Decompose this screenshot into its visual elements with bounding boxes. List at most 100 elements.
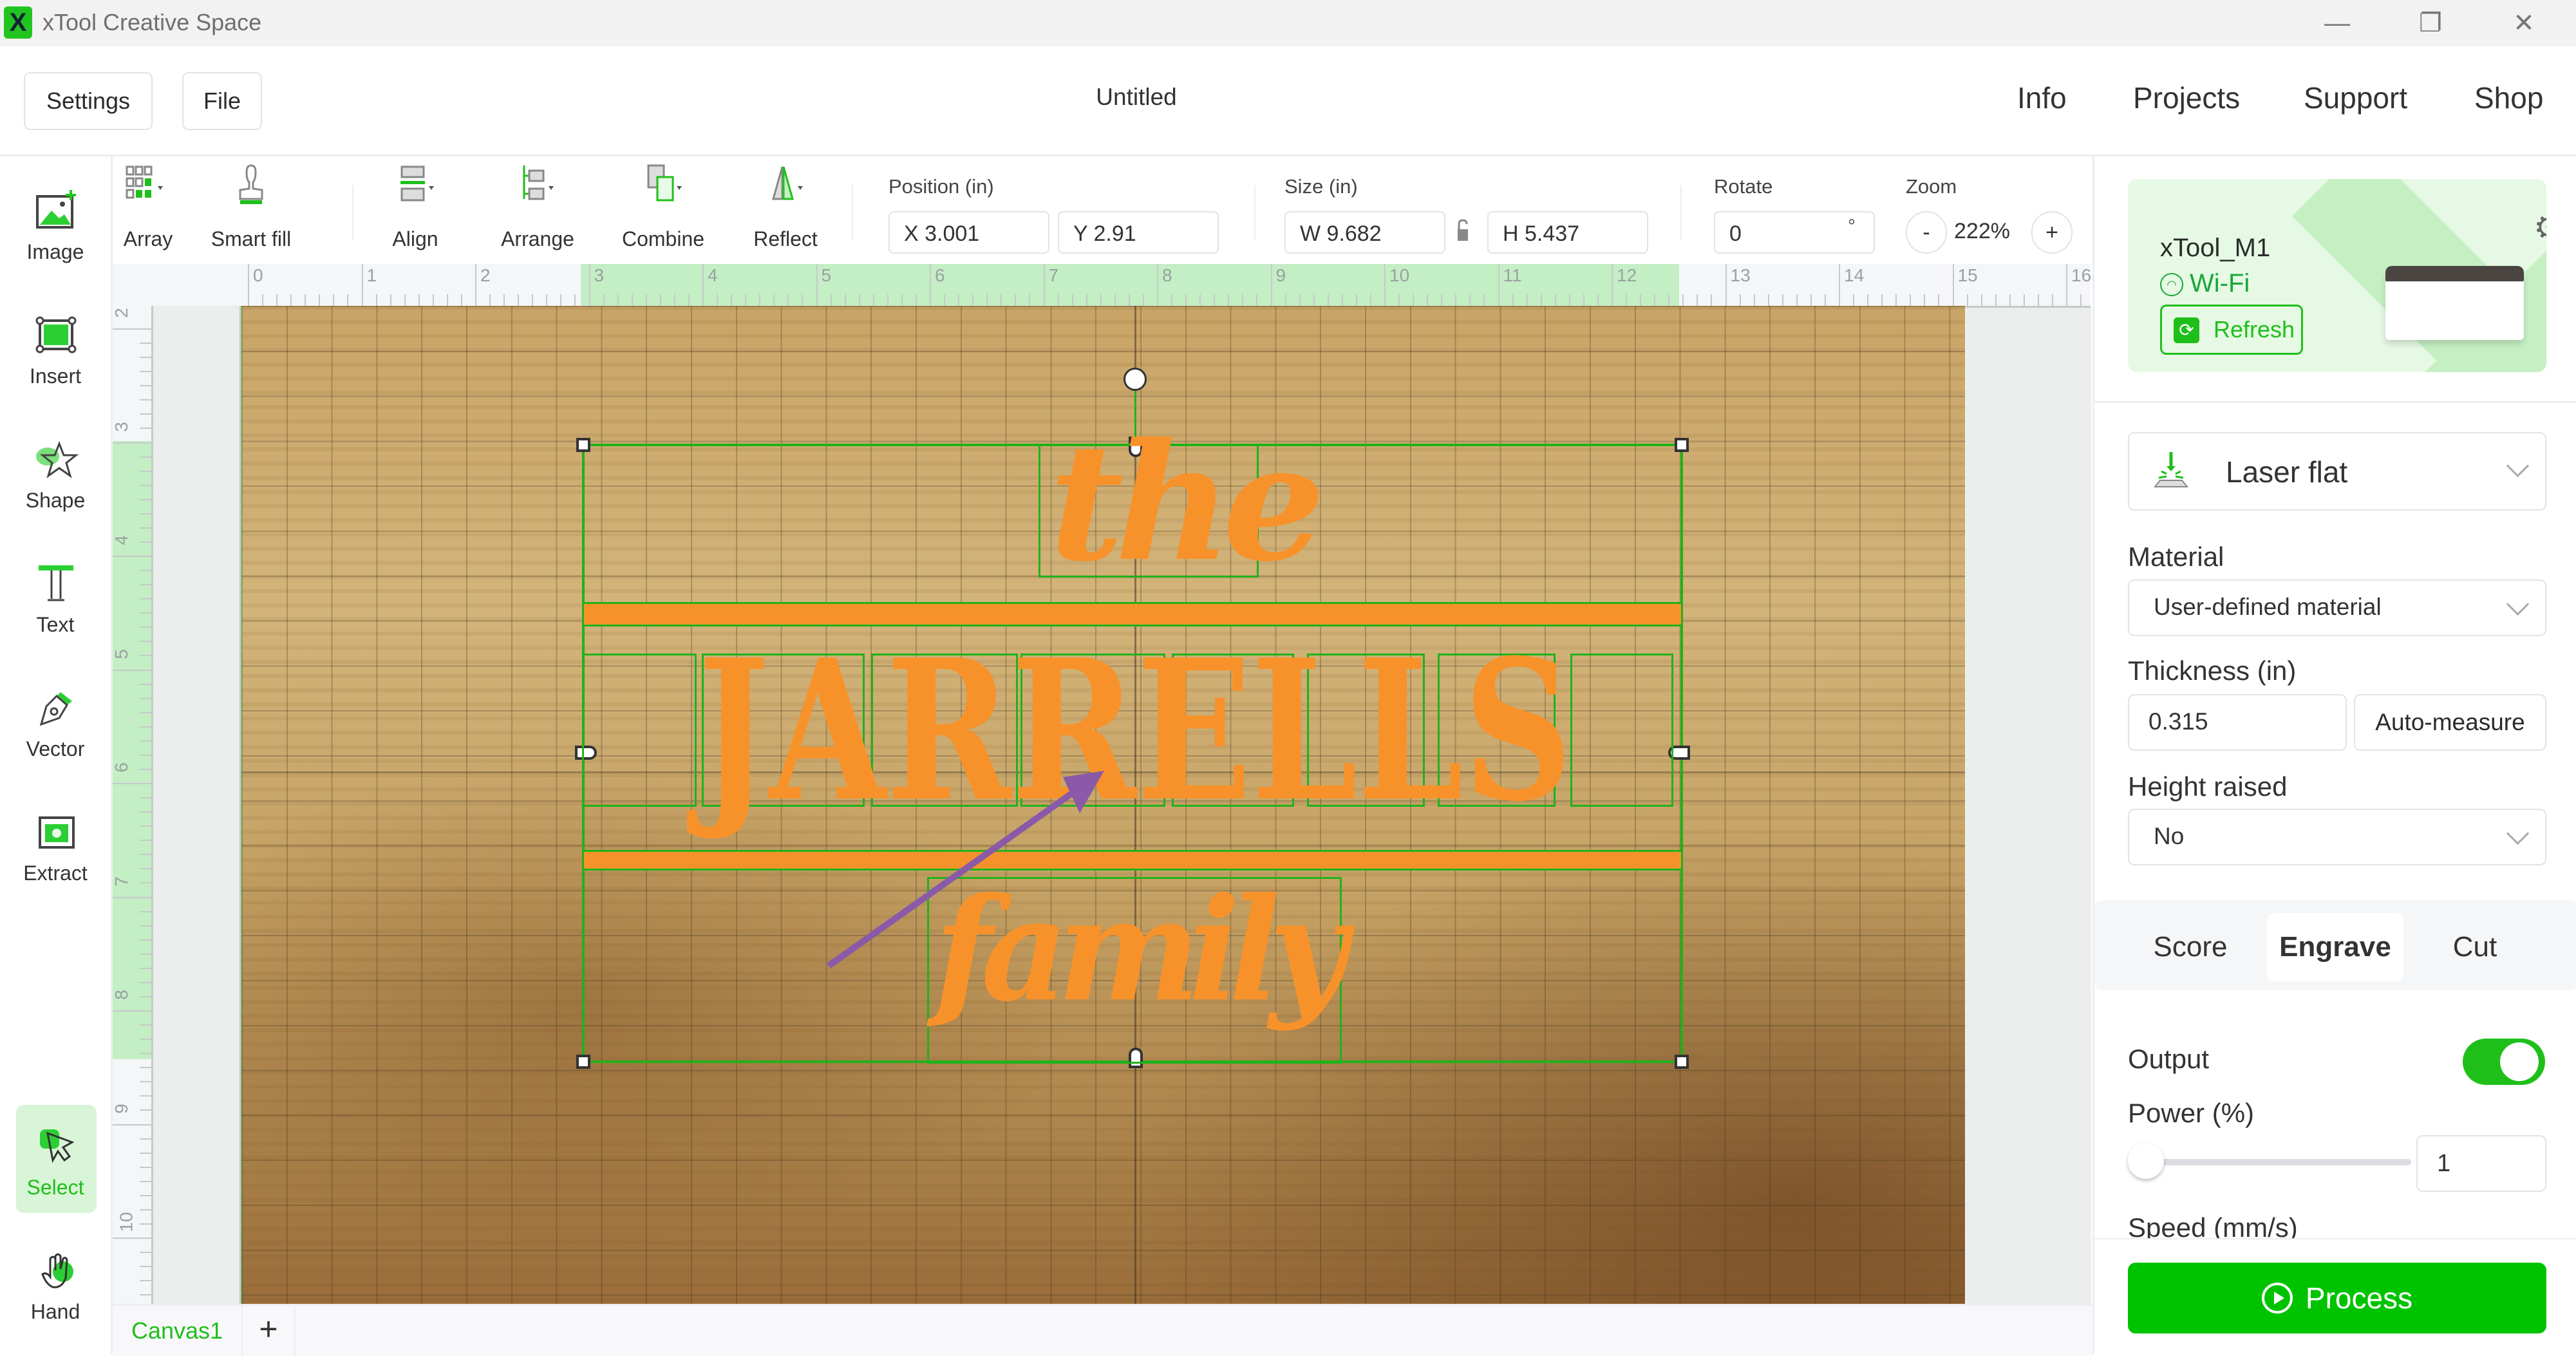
ruler-major-tick: [113, 328, 151, 330]
ruler-minor-tick: [773, 294, 775, 306]
ruler-minor-tick: [1369, 294, 1371, 306]
connection-label: Wi-Fi: [2190, 269, 2250, 297]
ruler-label: 11: [1503, 265, 1522, 285]
smart-fill-button[interactable]: Smart fill: [209, 156, 293, 263]
toolbar-divider: [852, 185, 853, 240]
material-value: User-defined material: [2154, 594, 2382, 620]
ruler-minor-tick: [1767, 294, 1769, 306]
ruler-minor-tick: [1554, 294, 1556, 306]
file-button[interactable]: File: [182, 72, 262, 130]
ruler-label: 16: [2071, 265, 2091, 285]
tool-image[interactable]: Image: [0, 169, 111, 285]
thickness-value: 0.315: [2148, 708, 2208, 735]
nav-projects[interactable]: Projects: [2133, 80, 2240, 115]
ruler-minor-tick: [446, 294, 448, 306]
panel-divider: [2094, 401, 2576, 403]
lock-ratio-icon[interactable]: [1456, 219, 1469, 242]
ruler-label: 5: [821, 265, 832, 285]
position-x-input[interactable]: X 3.001: [888, 211, 1049, 254]
close-button[interactable]: ✕: [2492, 4, 2556, 42]
ruler-major-tick: [1725, 264, 1727, 306]
tool-label: Arrange: [501, 227, 574, 250]
height-input[interactable]: H 5.437: [1487, 211, 1648, 254]
canvas-margin: [153, 306, 241, 1304]
nav-shop[interactable]: Shop: [2474, 80, 2543, 115]
rotate-handle[interactable]: [1123, 368, 1147, 391]
minimize-button[interactable]: —: [2305, 4, 2369, 42]
refresh-button[interactable]: ⟳ Refresh: [2160, 305, 2303, 355]
ruler-minor-tick: [140, 854, 151, 856]
gear-icon[interactable]: ⚙: [2534, 211, 2546, 245]
tool-insert[interactable]: Insert: [0, 294, 111, 410]
ruler-minor-tick: [140, 1252, 151, 1254]
power-slider[interactable]: [2128, 1159, 2411, 1165]
ruler-minor-tick: [140, 513, 151, 514]
reflect-button[interactable]: Reflect: [744, 156, 827, 263]
ruler-label: 2: [113, 308, 131, 318]
tool-shape[interactable]: Shape: [0, 418, 111, 534]
ruler-minor-tick: [140, 1067, 151, 1069]
tab-engrave[interactable]: Engrave: [2267, 913, 2403, 981]
material-select[interactable]: User-defined material: [2128, 579, 2546, 636]
ruler-minor-tick: [986, 294, 988, 306]
ruler-minor-tick: [1824, 294, 1826, 306]
height-raised-value: No: [2154, 823, 2185, 849]
ruler-minor-tick: [140, 1053, 151, 1055]
power-input[interactable]: 1: [2416, 1135, 2546, 1192]
design-text-the[interactable]: the: [1049, 422, 1325, 583]
tool-label: Shape: [25, 489, 86, 512]
position-y-input[interactable]: Y 2.91: [1058, 211, 1219, 254]
ruler-minor-tick: [140, 939, 151, 941]
ruler-minor-tick: [1015, 294, 1017, 306]
process-label: Process: [2305, 1281, 2413, 1315]
ruler-minor-tick: [617, 294, 619, 306]
restore-button[interactable]: ❐: [2398, 4, 2463, 42]
resize-handle-top-right[interactable]: [1675, 438, 1689, 452]
width-input[interactable]: W 9.682: [1284, 211, 1445, 254]
tool-hand[interactable]: Hand: [0, 1229, 111, 1345]
process-button[interactable]: Process: [2128, 1263, 2546, 1333]
ruler-minor-tick: [1867, 294, 1869, 306]
ruler-minor-tick: [140, 754, 151, 756]
tab-canvas1[interactable]: Canvas1: [113, 1306, 241, 1356]
power-slider-handle[interactable]: [2128, 1143, 2164, 1179]
height-raised-select[interactable]: No: [2128, 809, 2546, 865]
material-board[interactable]: the JARRELLS family: [241, 306, 1965, 1304]
tool-text[interactable]: Text: [0, 542, 111, 658]
tab-cut[interactable]: Cut: [2407, 913, 2543, 981]
arrange-button[interactable]: Arrange: [496, 156, 579, 263]
ruler-minor-tick: [140, 967, 151, 969]
ruler-minor-tick: [140, 1166, 151, 1168]
nav-support[interactable]: Support: [2304, 80, 2407, 115]
tab-score[interactable]: Score: [2122, 913, 2259, 981]
ruler-minor-tick: [787, 294, 789, 306]
nav-info[interactable]: Info: [2017, 80, 2067, 115]
ruler-minor-tick: [532, 294, 534, 306]
combine-button[interactable]: Combine: [618, 156, 708, 263]
right-panel: xTool_M1 ◠ Wi-Fi ⟳ Refresh ⚙ Laser flat Ma…: [2092, 156, 2576, 1355]
tool-select[interactable]: Select: [0, 1105, 111, 1221]
ruler-minor-tick: [140, 470, 151, 472]
ruler-minor-tick: [140, 1109, 151, 1111]
mode-select[interactable]: Laser flat: [2128, 432, 2546, 511]
ruler-minor-tick: [673, 294, 675, 306]
thickness-input[interactable]: 0.315: [2128, 694, 2347, 751]
ruler-minor-tick: [1697, 294, 1698, 306]
ruler-minor-tick: [1526, 294, 1528, 306]
align-button[interactable]: Align: [373, 156, 457, 263]
add-canvas-button[interactable]: +: [241, 1306, 296, 1356]
wifi-icon: ◠: [2160, 273, 2183, 297]
tool-extract[interactable]: Extract: [0, 791, 111, 907]
zoom-out-button[interactable]: -: [1906, 211, 1947, 254]
settings-button[interactable]: Settings: [24, 72, 153, 130]
resize-handle-bottom-right[interactable]: [1675, 1055, 1689, 1069]
ruler-minor-tick: [802, 294, 804, 306]
resize-handle-bottom-left[interactable]: [576, 1055, 590, 1069]
ruler-minor-tick: [1668, 294, 1670, 306]
auto-measure-button[interactable]: Auto-measure: [2354, 694, 2546, 751]
zoom-in-button[interactable]: +: [2031, 211, 2073, 254]
ruler-minor-tick: [140, 840, 151, 842]
resize-handle-top-left[interactable]: [576, 438, 590, 452]
array-button[interactable]: Array: [113, 156, 183, 263]
tool-vector[interactable]: Vector: [0, 666, 111, 782]
